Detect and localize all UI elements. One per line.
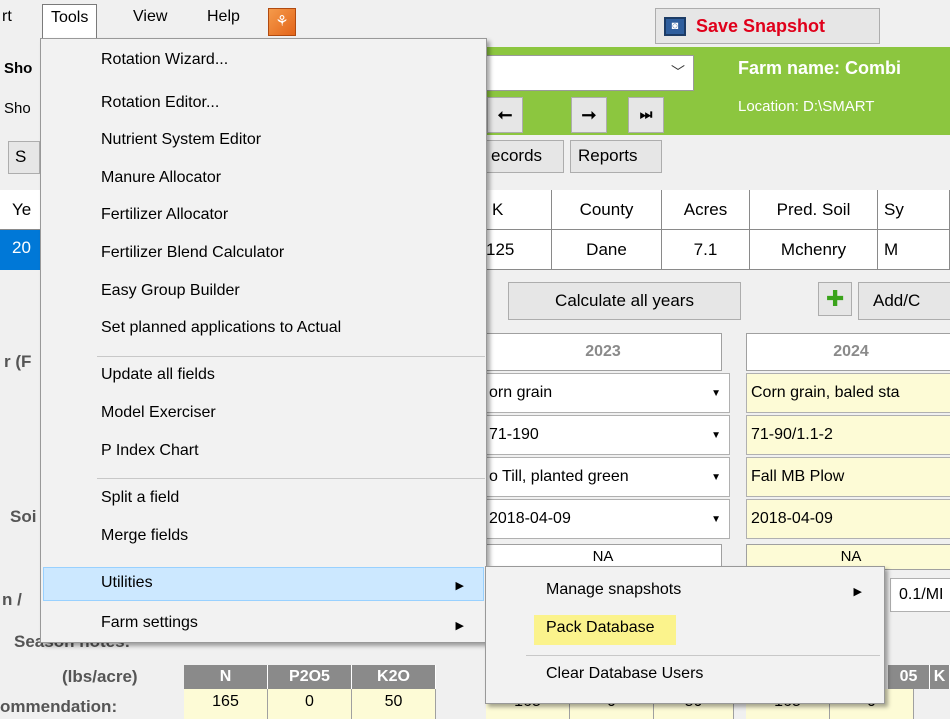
nutrient-header-k2o-2024: K [930, 665, 950, 689]
nutrient-value-k2o[interactable]: 50 [352, 689, 436, 719]
crop-value-2024: Corn grain, baled sta [751, 384, 900, 401]
add-crop-plus-button[interactable]: ✚ [818, 282, 852, 316]
nav-last-button[interactable]: ⏭ [628, 97, 664, 133]
camera-icon: ◙ [664, 17, 686, 36]
crop-select-2023[interactable]: orn grain ▼ [484, 373, 730, 413]
menu-item-model-exerciser[interactable]: Model Exerciser [101, 404, 216, 422]
menu-item-p-index-chart[interactable]: P Index Chart [101, 442, 199, 460]
nutrient-header-p2o5: P2O5 [268, 665, 352, 689]
menu-report[interactable]: rt [2, 8, 12, 26]
skip-end-icon: ⏭ [639, 106, 653, 122]
recommendation-label: ommendation: [0, 697, 118, 716]
nutrient-header-k2o: K2O [352, 665, 436, 689]
crop-value-2023: orn grain [489, 384, 553, 401]
grid-header-k: K [484, 190, 552, 230]
submenu-arrow-icon: ▶ [853, 586, 862, 598]
tillage-value-2023: o Till, planted green [489, 468, 629, 485]
date-select-2024[interactable]: 2018-04-09 [746, 499, 950, 539]
date-value-2023: 2018-04-09 [489, 510, 571, 527]
left-fragment-2[interactable]: Sho [4, 100, 31, 117]
menu-item-rotation-editor[interactable]: Rotation Editor... [101, 94, 219, 112]
nutrient-header-n: N [184, 665, 268, 689]
nav-back-button[interactable]: ⭠ [487, 97, 523, 133]
rotation-select-2024[interactable]: 71-90/1.1-2 [746, 415, 950, 455]
menu-item-rotation-wizard[interactable]: Rotation Wizard... [101, 51, 228, 69]
farm-combo[interactable]: ﹀ [484, 55, 694, 91]
dropdown-arrow-icon: ▼ [711, 388, 721, 399]
grid-header-sy: Sy [878, 190, 950, 230]
menu-item-nutrient-system-editor[interactable]: Nutrient System Editor [101, 131, 261, 149]
dropdown-arrow-icon: ▼ [711, 514, 721, 525]
crop-select-2024[interactable]: Corn grain, baled sta [746, 373, 950, 413]
grid-header-pred-soil: Pred. Soil [750, 190, 878, 230]
menu-tools[interactable]: Tools [42, 4, 98, 38]
lbs-acre-label: (lbs/acre) [62, 667, 138, 686]
tillage-value-2024: Fall MB Plow [751, 468, 845, 485]
menu-item-merge-fields[interactable]: Merge fields [101, 527, 188, 545]
menu-item-update-all-fields[interactable]: Update all fields [101, 366, 215, 384]
row-label-n: n / [2, 590, 22, 609]
submenu-item-clear-database-users[interactable]: Clear Database Users [546, 665, 703, 683]
dropdown-arrow-icon: ▼ [711, 430, 721, 441]
tillage-select-2023[interactable]: o Till, planted green ▼ [484, 457, 730, 497]
row-label-r: r (F [4, 352, 32, 371]
grid-cell-k[interactable]: 125 [484, 230, 552, 270]
menu-item-fertilizer-allocator[interactable]: Fertilizer Allocator [101, 206, 228, 224]
chevron-down-icon: ﹀ [671, 64, 685, 80]
year-header-2023: 2023 [484, 333, 722, 371]
grid-cell-pred-soil[interactable]: Mchenry [750, 230, 878, 270]
rotation-value-2023: 71-190 [489, 426, 539, 443]
left-button-s[interactable]: S [8, 141, 40, 174]
save-snapshot-button[interactable]: ◙ Save Snapshot [655, 8, 880, 44]
tillage-select-2024[interactable]: Fall MB Plow [746, 457, 950, 497]
menu-item-set-planned-to-actual[interactable]: Set planned applications to Actual [101, 319, 341, 337]
tools-menu: Rotation Wizard... Rotation Editor... Nu… [40, 38, 487, 643]
wheat-icon[interactable]: ⚘ [268, 8, 296, 36]
year-header-2024: 2024 [746, 333, 950, 371]
date-value-2024: 2018-04-09 [751, 510, 833, 527]
left-fragment-1[interactable]: Sho [4, 60, 32, 77]
records-button[interactable]: ecords [484, 140, 564, 173]
menu-separator [526, 655, 880, 656]
menu-help[interactable]: Help [207, 8, 240, 26]
nutrient-header-p2o5-2024: 05 [888, 665, 930, 689]
submenu-arrow-icon: ▶ [455, 580, 464, 592]
plus-icon: ✚ [826, 286, 845, 311]
submenu-arrow-icon: ▶ [455, 620, 464, 632]
submenu-item-pack-database[interactable]: Pack Database [546, 619, 655, 637]
save-snapshot-label: Save Snapshot [696, 16, 826, 36]
grid-cell-county[interactable]: Dane [552, 230, 662, 270]
utilities-submenu: Manage snapshots ▶ Pack Database Clear D… [485, 566, 885, 704]
nav-forward-button[interactable]: ⭢ [571, 97, 607, 133]
grid-header-acres: Acres [662, 190, 750, 230]
nutrient-value-n[interactable]: 165 [184, 689, 268, 719]
arrow-left-icon: ⭠ [497, 104, 513, 124]
add-button[interactable]: Add/C [858, 282, 950, 320]
rotation-value-2024: 71-90/1.1-2 [751, 426, 833, 443]
calculate-all-years-button[interactable]: Calculate all years [508, 282, 741, 320]
submenu-item-manage-snapshots[interactable]: Manage snapshots [546, 581, 681, 599]
menu-item-farm-settings[interactable]: Farm settings [101, 614, 198, 632]
grid-cell-sy[interactable]: M [878, 230, 950, 270]
menu-item-easy-group-builder[interactable]: Easy Group Builder [101, 282, 240, 300]
menu-separator [97, 356, 485, 357]
menu-item-utilities-label: Utilities [101, 574, 153, 591]
grid-header-county: County [552, 190, 662, 230]
menu-item-manure-allocator[interactable]: Manure Allocator [101, 169, 221, 187]
menu-view[interactable]: View [133, 8, 167, 26]
menu-item-fertilizer-blend-calculator[interactable]: Fertilizer Blend Calculator [101, 244, 284, 262]
farm-location: Location: D:\SMART [738, 98, 875, 115]
extra-select-2024[interactable]: 0.1/MI [890, 578, 950, 612]
date-select-2023[interactable]: 2018-04-09 ▼ [484, 499, 730, 539]
grid-cell-acres[interactable]: 7.1 [662, 230, 750, 270]
reports-button[interactable]: Reports [570, 140, 662, 173]
menu-separator [97, 478, 485, 479]
nutrient-value-p2o5[interactable]: 0 [268, 689, 352, 719]
row-label-soil: Soi [10, 507, 37, 526]
rotation-select-2023[interactable]: 71-190 ▼ [484, 415, 730, 455]
farm-name: Farm name: Combi [738, 58, 902, 78]
dropdown-arrow-icon: ▼ [711, 472, 721, 483]
arrow-right-icon: ⭢ [581, 104, 597, 124]
menu-item-split-field[interactable]: Split a field [101, 489, 179, 507]
